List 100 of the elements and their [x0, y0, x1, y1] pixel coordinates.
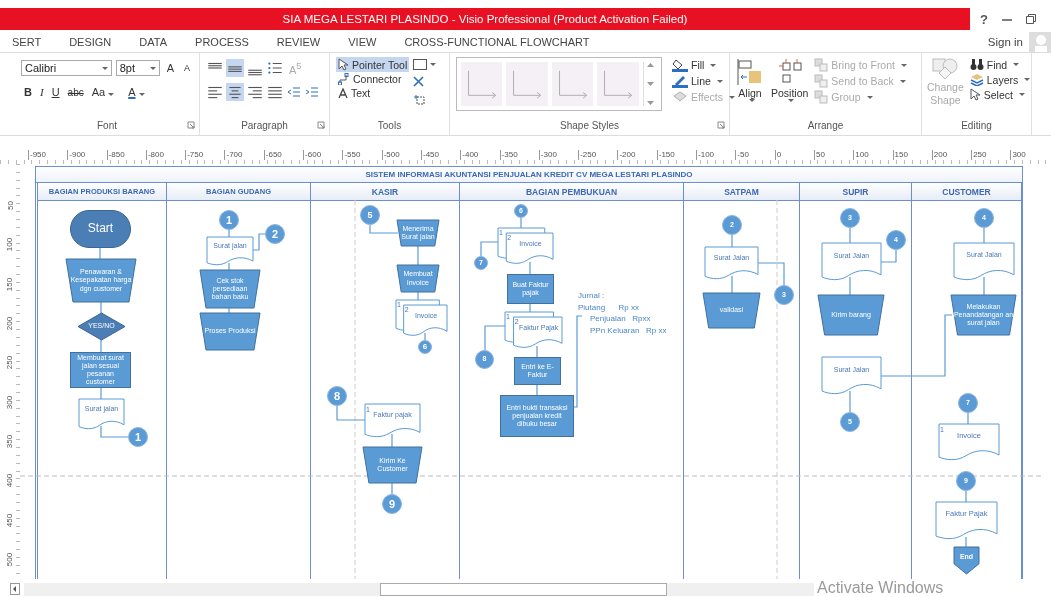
group-label: Paragraph	[241, 119, 288, 131]
caret-icon	[138, 93, 145, 96]
ruler-label: 300	[1010, 150, 1050, 160]
connection-point-icon[interactable]	[413, 93, 427, 106]
ruler-label: -300	[538, 150, 579, 160]
group-icon	[814, 90, 829, 104]
ribbon-tab[interactable]: SERT	[0, 35, 56, 48]
style-swatch[interactable]	[597, 62, 639, 106]
lane-header: KASIR	[311, 183, 459, 201]
dialog-launcher-icon[interactable]	[717, 121, 725, 129]
editing-command[interactable]: Layers	[967, 72, 1033, 87]
ruler-label: -750	[185, 150, 225, 160]
ruler-label: 150	[5, 277, 15, 291]
ruler-label: -100	[696, 150, 736, 160]
style-swatch[interactable]	[506, 62, 548, 106]
font-style-button[interactable]: abc	[64, 85, 87, 99]
journal-line: Penjualan Rpxx	[589, 313, 652, 325]
font-style-button[interactable]: I	[36, 85, 47, 99]
group-label: Arrange	[807, 119, 844, 131]
caret-icon	[728, 95, 735, 99]
font-color-button[interactable]: A	[125, 85, 148, 99]
font-style-button[interactable]: B	[21, 85, 35, 99]
ruler-label: 100	[5, 238, 15, 252]
caret-icon	[901, 63, 907, 67]
grow-font-button[interactable]: A	[163, 61, 177, 75]
shrink-font-button[interactable]: A	[181, 62, 193, 74]
ruler-label: 250	[5, 356, 15, 370]
group-label: Editing	[961, 119, 992, 131]
ruler-label: 400	[5, 474, 15, 488]
gallery-scroll-icon[interactable]	[646, 62, 654, 68]
caret-icon	[108, 93, 115, 96]
pointer-icon	[969, 88, 981, 101]
tool-button[interactable]: Text	[336, 86, 410, 100]
font-size-field[interactable]: 8pt	[115, 60, 160, 76]
gallery-scroll-icon[interactable]	[646, 100, 654, 106]
caret-icon	[866, 95, 873, 99]
ruler-label: 250	[971, 150, 1011, 160]
rectangle-icon[interactable]	[413, 59, 428, 70]
help-button[interactable]: ?	[980, 11, 988, 27]
style-swatch[interactable]	[551, 62, 594, 106]
tool-button[interactable]: Connector	[336, 72, 410, 86]
increase-indent-icon[interactable]	[304, 84, 320, 100]
bullets-icon[interactable]	[266, 59, 284, 77]
change-shape-icon	[930, 57, 961, 81]
gallery-scroll-icon[interactable]	[646, 81, 654, 87]
dialog-launcher-icon[interactable]	[187, 121, 195, 129]
ruler-label: 50	[813, 150, 854, 160]
font-name-field[interactable]: Calibri	[21, 60, 112, 76]
journal-line: Jurnal :	[578, 290, 606, 302]
window-title: SIA MEGA LESTARI PLASINDO - Visio Professional (Product Activation Failed)	[0, 8, 970, 30]
pointer-icon	[338, 58, 349, 71]
ribbon-tab[interactable]: CROSS-FUNCTIONAL FLOWCHART	[390, 35, 604, 48]
ruler-label: 300	[5, 395, 15, 409]
caret-icon	[1013, 63, 1020, 66]
change-case-button[interactable]: Aa	[88, 85, 118, 99]
ruler-label: -400	[460, 150, 500, 160]
ruler-label: -500	[381, 150, 421, 160]
restore-icon[interactable]	[1025, 14, 1036, 24]
ribbon-tab[interactable]: PROCESS	[181, 35, 263, 48]
caret-icon	[1018, 93, 1025, 96]
shape-label: 1	[133, 430, 143, 444]
ruler-label: -50	[735, 150, 775, 160]
editing-command[interactable]: Select	[967, 87, 1033, 102]
ruler-label: 50	[5, 201, 15, 211]
ruler-label: 150	[892, 150, 932, 160]
lane-header: CUSTOMER	[912, 183, 1021, 201]
caret-icon	[1024, 78, 1031, 81]
text-tool-icon	[338, 87, 348, 99]
sign-in-link[interactable]: Sign in	[987, 35, 1023, 48]
caret-icon	[899, 79, 906, 83]
font-style-button[interactable]: U	[48, 85, 63, 99]
binoculars-icon	[969, 58, 984, 71]
arrange-button[interactable]: Position	[769, 57, 811, 117]
ruler-label: -850	[106, 150, 146, 160]
vertical-align-icon[interactable]	[226, 59, 244, 77]
ruler-label: -200	[617, 150, 657, 160]
editing-command[interactable]: Find	[967, 57, 1033, 72]
scrollbar-thumb[interactable]	[380, 582, 667, 596]
scroll-left-icon[interactable]	[10, 583, 20, 595]
ribbon-tab[interactable]: VIEW	[334, 35, 391, 48]
ruler-label: -800	[145, 150, 186, 160]
shape-label: Start	[86, 222, 115, 236]
ribbon-tab[interactable]: DESIGN	[55, 35, 126, 48]
connector-icon	[338, 73, 350, 85]
layers-icon	[969, 73, 984, 86]
close-icon[interactable]	[413, 76, 425, 87]
ruler-label: -950	[28, 150, 68, 160]
text-align-icon[interactable]	[226, 83, 244, 101]
tool-button[interactable]: Pointer Tool	[336, 57, 410, 72]
group-label: Tools	[377, 119, 402, 131]
ribbon-tab[interactable]: REVIEW	[262, 35, 335, 48]
ruler-label: -150	[656, 150, 697, 160]
dialog-launcher-icon[interactable]	[317, 121, 325, 129]
caret-icon	[788, 99, 795, 102]
ruler-label: -450	[420, 150, 461, 160]
ruler-label: -900	[67, 150, 107, 160]
style-swatch[interactable]	[461, 62, 503, 106]
caret-icon	[748, 99, 755, 102]
ruler-label: -700	[224, 150, 264, 160]
ribbon-tab[interactable]: DATA	[125, 35, 182, 48]
